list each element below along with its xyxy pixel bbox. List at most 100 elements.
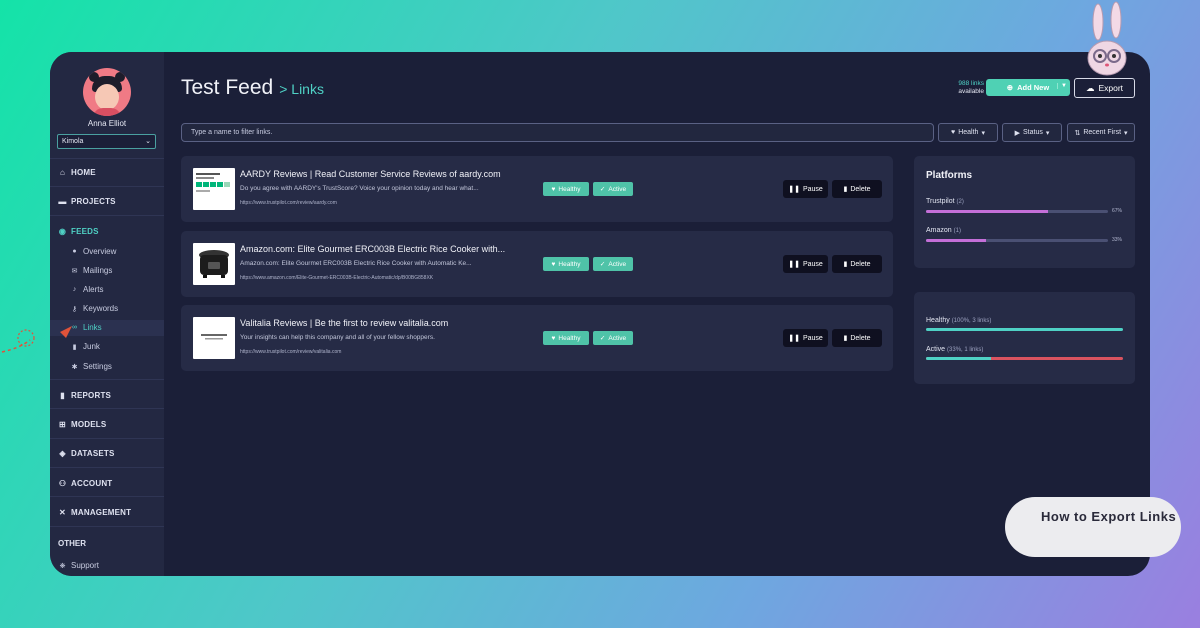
summary-bar-fill: [926, 357, 991, 360]
platform-item: Trustpilot (2): [926, 198, 964, 205]
delete-button[interactable]: ▮ Delete: [832, 329, 882, 347]
platform-name: Trustpilot: [926, 198, 955, 205]
org-select[interactable]: Kimola ⌄: [57, 134, 156, 149]
summary-detail: (33%, 1 links): [947, 347, 984, 353]
pause-button[interactable]: ❚❚ Pause: [783, 329, 828, 347]
app-window: Anna Elliot Kimola ⌄ ⌂ HOME ▬ PROJECTS ◉ FEE…: [50, 52, 1150, 576]
divider: [50, 186, 164, 187]
sidebar: Anna Elliot Kimola ⌄ ⌂ HOME ▬ PROJECTS ◉ FEE…: [50, 52, 164, 576]
divider: [50, 215, 164, 216]
health-badge: ♥ Healthy: [543, 257, 589, 271]
export-button[interactable]: ☁ Export: [1074, 78, 1135, 98]
pause-label: Pause: [802, 334, 823, 342]
export-label: Export: [1098, 83, 1124, 93]
nav-sub-links-label: Links: [83, 323, 102, 332]
help-label: How to Export Links: [1005, 497, 1181, 557]
nav-projects[interactable]: ▬ PROJECTS: [58, 197, 116, 206]
main-content: Test Feed > Links 988 links available ⊕ …: [164, 52, 1150, 576]
sort-button[interactable]: ⇅ Recent First ▾: [1067, 123, 1135, 142]
cloud-download-icon: ☁: [1085, 82, 1095, 93]
delete-label: Delete: [850, 334, 871, 342]
rice-cooker-thumbnail-icon: [199, 250, 229, 278]
nav-sub-links[interactable]: ∞ Links: [70, 323, 102, 332]
divider: [50, 438, 164, 439]
bunny-mascot-icon: [1087, 1, 1127, 76]
filter-input[interactable]: Type a name to filter links.: [181, 123, 934, 142]
link-title[interactable]: Amazon.com: Elite Gourmet ERC003B Electr…: [240, 244, 530, 254]
divider: [50, 158, 164, 159]
plus-icon: ⊕: [1006, 83, 1014, 92]
pause-icon: ❚❚: [788, 261, 800, 268]
pause-button[interactable]: ❚❚ Pause: [783, 255, 828, 273]
breadcrumb[interactable]: > Links: [279, 81, 324, 97]
add-new-button[interactable]: ⊕ Add New ▼: [986, 79, 1070, 96]
link-card[interactable]: Amazon.com: Elite Gourmet ERC003B Electr…: [181, 231, 893, 297]
org-select-value: Kimola: [62, 138, 84, 145]
model-icon: ⊞: [59, 420, 66, 429]
chat-icon: ●: [72, 248, 77, 255]
nav-account-label: ACCOUNT: [71, 479, 113, 488]
link-card[interactable]: Valitalia Reviews | Be the first to revi…: [181, 305, 893, 371]
nav-sub-junk[interactable]: ▮ Junk: [70, 342, 100, 351]
delete-button[interactable]: ▮ Delete: [832, 180, 882, 198]
pause-icon: ❚❚: [788, 335, 800, 342]
nav-feeds-label: FEEDS: [71, 227, 99, 236]
nav-account[interactable]: ⚇ ACCOUNT: [58, 479, 112, 488]
caret-down-icon: ▾: [981, 129, 985, 137]
status-badge: ✓ Active: [593, 331, 633, 345]
link-url[interactable]: https://www.amazon.com/Elite-Gourmet-ERC…: [240, 275, 530, 281]
link-title[interactable]: AARDY Reviews | Read Customer Service Re…: [240, 169, 530, 179]
summary-bar-fill: [926, 328, 1123, 331]
filter-placeholder: Type a name to filter links.: [191, 129, 273, 136]
link-thumbnail-trustpilot: [193, 168, 235, 210]
nav-sub-junk-label: Junk: [83, 342, 100, 351]
nav-support-label: Support: [71, 561, 100, 570]
divider: [50, 526, 164, 527]
nav-feeds[interactable]: ◉ FEEDS: [58, 227, 99, 236]
play-pause-icon: ▶: [1014, 129, 1020, 137]
nav-projects-label: PROJECTS: [71, 197, 116, 206]
caret-down-icon: ▾: [1124, 129, 1128, 137]
link-url[interactable]: https://www.trustpilot.com/review/valita…: [240, 349, 530, 355]
nav-management[interactable]: ✕ MANAGEMENT: [58, 508, 131, 517]
link-title[interactable]: Valitalia Reviews | Be the first to revi…: [240, 318, 530, 328]
pause-button[interactable]: ❚❚ Pause: [783, 180, 828, 198]
check-icon: ✓: [599, 186, 606, 193]
nav-support[interactable]: ❋ Support: [58, 561, 99, 570]
check-icon: ✓: [599, 261, 606, 268]
heart-icon: ♥: [551, 260, 556, 268]
avatar[interactable]: [83, 68, 131, 116]
nav-sub-mailings[interactable]: ✉ Mailings: [70, 266, 113, 275]
link-card[interactable]: AARDY Reviews | Read Customer Service Re…: [181, 156, 893, 222]
status-filter-label: Status: [1023, 129, 1043, 136]
heart-icon: ♥: [951, 129, 956, 136]
nav-home[interactable]: ⌂ HOME: [58, 168, 96, 177]
link-url[interactable]: https://www.trustpilot.com/review/aardy.…: [240, 200, 530, 206]
page-title-text: Test Feed: [181, 76, 274, 99]
nav-sub-overview[interactable]: ● Overview: [70, 247, 116, 256]
trash-icon: ▮: [843, 186, 848, 193]
chevron-down-icon[interactable]: ▼: [1057, 83, 1067, 89]
pause-icon: ❚❚: [788, 186, 800, 193]
platform-name: Amazon: [926, 227, 952, 234]
health-filter-button[interactable]: ♥ Health ▾: [938, 123, 998, 142]
nav-sub-settings[interactable]: ✱ Settings: [70, 362, 112, 371]
nav-reports[interactable]: ▮ REPORTS: [58, 391, 111, 400]
chevron-down-icon: ⌄: [145, 138, 151, 145]
platform-bar: [926, 239, 1108, 242]
nav-models[interactable]: ⊞ MODELS: [58, 420, 106, 429]
caret-down-icon: ▾: [1045, 129, 1050, 137]
status-badge: ✓ Active: [593, 182, 633, 196]
nav-sub-alerts[interactable]: ♪ Alerts: [70, 285, 104, 294]
nav-sub-alerts-label: Alerts: [83, 285, 104, 294]
nav-sub-keywords[interactable]: ⚷ Keywords: [70, 304, 118, 313]
heart-icon: ♥: [551, 334, 556, 342]
platform-bar-fill: [926, 210, 1048, 213]
sort-label: Recent First: [1083, 129, 1122, 136]
platform-count: (1): [953, 228, 961, 234]
delete-button[interactable]: ▮ Delete: [832, 255, 882, 273]
nav-datasets[interactable]: ◈ DATASETS: [58, 449, 115, 458]
status-filter-button[interactable]: ▶ Status ▾: [1002, 123, 1062, 142]
home-icon: ⌂: [59, 168, 66, 177]
links-available: 988 links available: [946, 80, 984, 96]
